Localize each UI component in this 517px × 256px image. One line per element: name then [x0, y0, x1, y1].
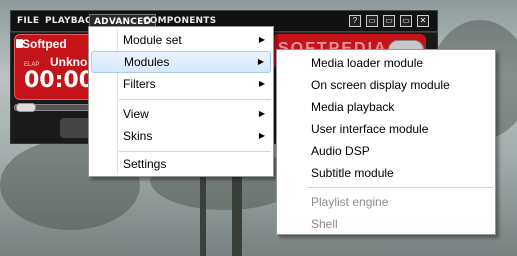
menu-item-filters[interactable]: Filters ▶ — [91, 73, 271, 95]
brand-label: Softped — [22, 37, 67, 51]
menu-item-settings[interactable]: Settings — [91, 153, 271, 175]
menu-item-label: Skins — [123, 129, 153, 143]
advanced-menu: Module set ▶ Modules ▶ Filters ▶ View ▶ … — [88, 26, 274, 177]
menu-item-label: Modules — [124, 55, 170, 69]
menu-separator — [119, 151, 271, 152]
submenu-item-playlist-engine: Playlist engine — [311, 195, 389, 209]
menu-item-view[interactable]: View ▶ — [91, 103, 271, 125]
restore-button[interactable]: ▭ — [383, 15, 395, 27]
track-title: Unkno — [50, 55, 88, 69]
menu-separator — [307, 187, 493, 188]
help-button[interactable]: ? — [349, 15, 361, 27]
menu-item-label: View — [123, 107, 149, 121]
chevron-right-icon: ▶ — [258, 35, 265, 44]
elapsed-time: 00:00 — [24, 68, 95, 93]
chevron-right-icon: ▶ — [258, 109, 265, 118]
menu-item-module-set[interactable]: Module set ▶ — [91, 29, 271, 51]
modules-submenu: Media loader module On screen display mo… — [276, 49, 496, 235]
menu-separator — [119, 99, 271, 100]
submenu-item-media-playback[interactable]: Media playback — [279, 96, 493, 118]
menu-file[interactable]: FILE — [13, 14, 43, 29]
submenu-item-osd[interactable]: On screen display module — [279, 74, 493, 96]
menu-item-modules[interactable]: Modules ▶ — [91, 51, 271, 73]
tree-trunk — [200, 170, 206, 256]
chevron-right-icon: ▶ — [258, 131, 265, 140]
mini-mode-button[interactable]: ▭ — [366, 15, 378, 27]
submenu-item-subtitle[interactable]: Subtitle module — [279, 162, 493, 184]
close-button[interactable]: ✕ — [417, 15, 429, 27]
seek-handle[interactable] — [16, 103, 36, 112]
menu-item-label: Settings — [123, 157, 167, 171]
chevron-right-icon: ▶ — [257, 57, 264, 66]
menu-item-label: Module set — [123, 33, 182, 47]
submenu-item-shell: Shell — [311, 217, 338, 231]
menu-item-label: Filters — [123, 77, 156, 91]
maximize-button[interactable]: ▭ — [400, 15, 412, 27]
chevron-right-icon: ▶ — [258, 79, 265, 88]
menu-item-skins[interactable]: Skins ▶ — [91, 125, 271, 147]
submenu-item-user-interface[interactable]: User interface module — [279, 118, 493, 140]
submenu-item-media-loader[interactable]: Media loader module — [279, 52, 493, 74]
submenu-item-audio-dsp[interactable]: Audio DSP — [279, 140, 493, 162]
